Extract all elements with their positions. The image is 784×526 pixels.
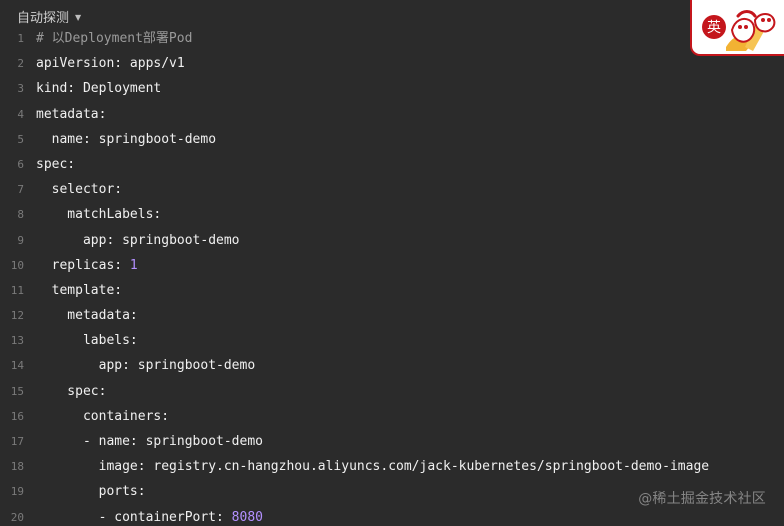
code-text: selector:	[36, 177, 784, 202]
code-number: 8080	[223, 509, 263, 525]
code-line: 17 - name: springboot-demo	[0, 429, 784, 454]
code-line: 11 template:	[0, 278, 784, 303]
ime-mode-label: 英	[707, 20, 721, 36]
line-number: 8	[17, 208, 24, 222]
code-token: spec:	[36, 383, 107, 399]
code-token: image:	[36, 459, 146, 475]
code-text: image: registry.cn-hangzhou.aliyuncs.com…	[36, 454, 784, 479]
code-text: name: springboot-demo	[36, 127, 784, 152]
line-number: 15	[10, 384, 24, 398]
code-text: apiVersion: apps/v1	[36, 51, 784, 76]
code-line: 9 app: springboot-demo	[0, 228, 784, 253]
code-token: app:	[36, 232, 115, 248]
code-token: metadata:	[36, 106, 107, 122]
code-token: kind:	[36, 81, 76, 97]
line-number: 19	[10, 485, 24, 499]
code-token: apps/v1	[122, 56, 185, 72]
code-token: matchLabels:	[36, 207, 162, 223]
line-number: 7	[17, 183, 24, 197]
code-text: kind: Deployment	[36, 76, 784, 101]
code-text: metadata:	[36, 102, 784, 127]
line-number: 2	[17, 57, 24, 71]
code-token: metadata:	[36, 308, 138, 324]
watermark: @稀土掘金技术社区	[638, 491, 766, 507]
code-line: 3 kind: Deployment	[0, 76, 784, 101]
line-number: 13	[10, 334, 24, 348]
code-text: app: springboot-demo	[36, 228, 784, 253]
code-token: app:	[36, 358, 130, 374]
code-token: labels:	[36, 333, 138, 349]
language-selector[interactable]: 自动探测 ▼	[17, 5, 81, 27]
code-line: 4 metadata:	[0, 102, 784, 127]
code-text: template:	[36, 278, 784, 303]
code-line: 5 name: springboot-demo	[0, 127, 784, 152]
code-token: - name:	[36, 434, 138, 449]
code-line: 18 image: registry.cn-hangzhou.aliyuncs.…	[0, 454, 784, 479]
line-number: 10	[10, 258, 24, 272]
code-token: name:	[36, 131, 91, 147]
line-number: 16	[10, 409, 24, 423]
code-text: metadata:	[36, 303, 784, 328]
line-number: 9	[17, 233, 24, 247]
code-text: # 以Deployment部署Pod	[36, 26, 784, 51]
code-token: springboot-demo	[137, 434, 263, 449]
caret-down-icon: ▼	[75, 12, 82, 22]
language-selector-label: 自动探测	[17, 10, 70, 26]
code-text: containers:	[36, 404, 784, 429]
code-line: 8 matchLabels:	[0, 202, 784, 227]
ime-mascot-icon	[726, 10, 776, 51]
code-token: template:	[36, 282, 123, 298]
code-token: apiVersion:	[36, 56, 123, 72]
code-token: replicas:	[36, 257, 123, 273]
code-token: springboot-demo	[114, 232, 240, 248]
code-token: - containerPort:	[36, 509, 224, 525]
code-line: 10 replicas: 1	[0, 253, 784, 278]
code-text: - name: springboot-demo	[36, 429, 784, 454]
line-number: 12	[10, 309, 24, 323]
code-number: 1	[122, 257, 138, 273]
code-token: ports:	[36, 484, 146, 500]
code-token: selector:	[36, 182, 123, 198]
code-text: matchLabels:	[36, 202, 784, 227]
line-number: 3	[17, 82, 24, 96]
code-token: springboot-demo	[129, 358, 256, 374]
line-number: 6	[17, 157, 24, 171]
line-number: 20	[10, 510, 24, 524]
code-line: 15 spec:	[0, 379, 784, 404]
code-token: registry.cn-hangzhou.aliyuncs.com/jack-k…	[145, 459, 710, 475]
code-text: spec:	[36, 152, 784, 177]
code-token: Deployment	[75, 81, 162, 97]
line-number: 11	[10, 283, 24, 297]
code-line: 6 spec:	[0, 152, 784, 177]
code-line: 16 containers:	[0, 404, 784, 429]
code-block: 1 # 以Deployment部署Pod 2 apiVersion: apps/v1 3…	[0, 26, 784, 526]
code-line: 12 metadata:	[0, 303, 784, 328]
code-token: spec:	[36, 156, 76, 172]
code-line: 1 # 以Deployment部署Pod	[0, 26, 784, 51]
line-number: 5	[17, 132, 24, 146]
code-text: spec:	[36, 379, 784, 404]
code-text: replicas: 1	[36, 253, 784, 278]
code-token: containers:	[36, 408, 170, 424]
line-number: 4	[17, 107, 24, 121]
code-line: 2 apiVersion: apps/v1	[0, 51, 784, 76]
code-viewer: 自动探测 ▼ 1 # 以Deployment部署Pod 2 apiVersion: a…	[0, 0, 784, 526]
code-comment: # 以Deployment部署Pod	[36, 31, 193, 46]
code-token: springboot-demo	[90, 131, 217, 147]
code-line: 7 selector:	[0, 177, 784, 202]
line-number: 14	[10, 359, 24, 373]
line-number: 1	[17, 32, 24, 45]
code-text: labels:	[36, 328, 784, 353]
code-line: 13 labels:	[0, 328, 784, 353]
code-line: 14 app: springboot-demo	[0, 353, 784, 378]
ime-widget[interactable]: 英	[690, 0, 784, 56]
code-text: app: springboot-demo	[36, 353, 784, 378]
line-number: 18	[10, 460, 24, 474]
line-number: 17	[10, 435, 24, 448]
